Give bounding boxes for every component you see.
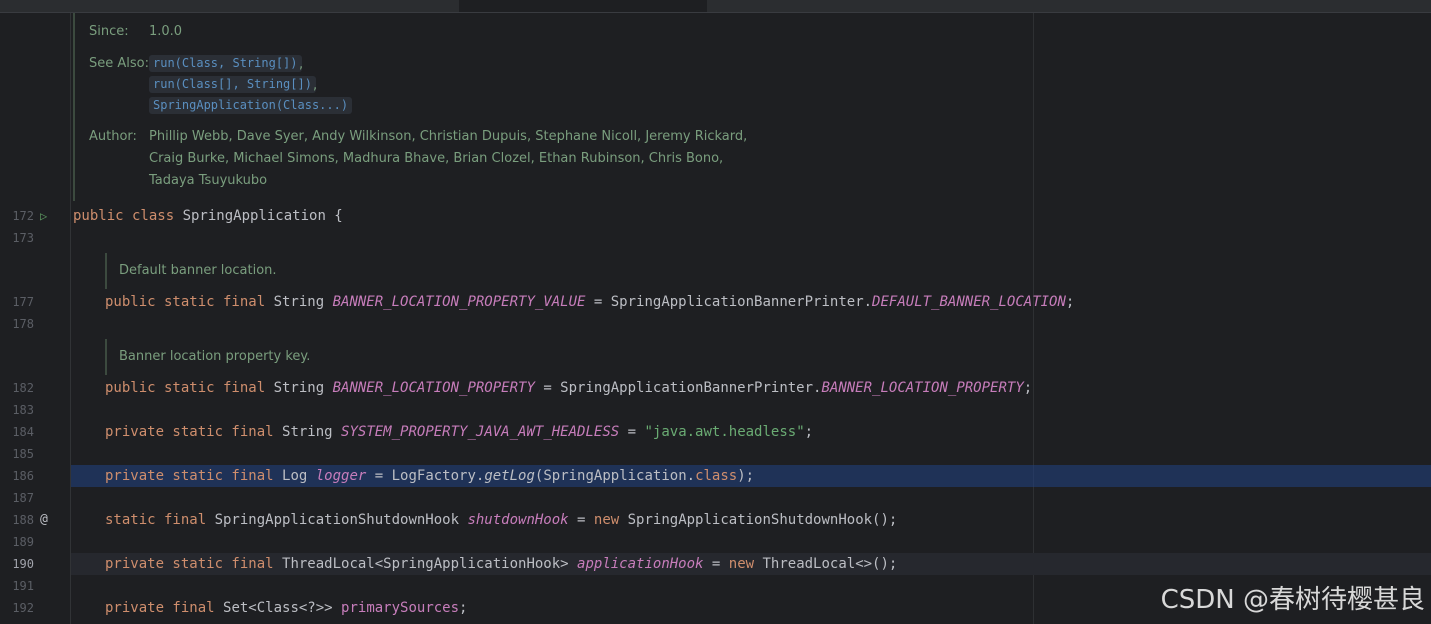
expression: = SpringApplicationBannerPrinter. (585, 294, 873, 310)
javadoc-since-label: Since: (89, 24, 129, 39)
javadoc-bar (105, 339, 107, 375)
keyword: public static final (105, 294, 274, 310)
javadoc-bar (105, 253, 107, 289)
line-number: 188 (12, 513, 34, 527)
right-margin-guide (1033, 13, 1034, 624)
line-number: 172 (12, 209, 34, 223)
method-call: getLog (484, 468, 535, 484)
code-line-186[interactable]: private static final Log logger = LogFac… (105, 465, 754, 487)
keyword: public static final (105, 380, 274, 396)
type: Log (282, 468, 316, 484)
code-line-177[interactable]: public static final String BANNER_LOCATI… (105, 291, 1074, 313)
line-number: 177 (12, 295, 34, 309)
type: String (273, 294, 333, 310)
comma: , (299, 57, 304, 72)
line-number: 191 (12, 579, 34, 593)
javadoc-see-also-label: See Also: (89, 56, 149, 71)
line-number-gutter[interactable]: 172 ▷ 173 177 178 182 183 184 185 186 18… (0, 13, 71, 624)
expression: = (568, 512, 594, 528)
line-number: 186 (12, 469, 34, 483)
run-gutter-icon[interactable]: ▷ (40, 205, 47, 227)
type: Set<Class<?>> (223, 600, 342, 616)
field-name: applicationHook (577, 556, 704, 572)
constructor-call: ThreadLocal<>(); (762, 556, 898, 572)
keyword: private static final (105, 556, 283, 572)
javadoc-link-springapplication-ctor[interactable]: SpringApplication(Class...) (149, 97, 353, 114)
class-name: SpringApplication { (182, 208, 343, 224)
field-name: primarySources (341, 600, 460, 616)
editor-tab-active[interactable] (459, 0, 707, 12)
code-line-184[interactable]: private static final String SYSTEM_PROPE… (105, 421, 813, 443)
constant-ref: BANNER_LOCATION_PROPERTY (821, 380, 1024, 396)
line-number: 178 (12, 317, 34, 331)
keyword: private static final (105, 468, 283, 484)
expression: = (703, 556, 729, 572)
terminator: ; (459, 600, 468, 616)
terminator: ; (1065, 294, 1075, 310)
constant: BANNER_LOCATION_PROPERTY (332, 380, 535, 396)
expression: = SpringApplicationBannerPrinter. (534, 380, 822, 396)
keyword: static final (105, 512, 215, 528)
keyword: public class (73, 208, 183, 224)
line-number: 184 (12, 425, 34, 439)
expression: = (619, 424, 645, 440)
javadoc-link-run-classarray-string[interactable]: run(Class[], String[]) (149, 76, 316, 93)
line-number: 182 (12, 381, 34, 395)
terminator: ); (737, 468, 755, 484)
code-line-172[interactable]: public class SpringApplication { (73, 205, 343, 227)
constant: SYSTEM_PROPERTY_JAVA_AWT_HEADLESS (341, 424, 620, 440)
type: SpringApplicationShutdownHook (214, 512, 468, 528)
javadoc-link-run-class-string[interactable]: run(Class, String[]) (149, 55, 302, 72)
javadoc-author-line: Phillip Webb, Dave Syer, Andy Wilkinson,… (149, 129, 748, 144)
line-number: 189 (12, 535, 34, 549)
javadoc-author-line: Tadaya Tsuyukubo (149, 173, 268, 188)
line-number: 187 (12, 491, 34, 505)
constructor-call: SpringApplicationShutdownHook(); (627, 512, 898, 528)
line-number-current: 190 (12, 557, 34, 571)
type: ThreadLocal<SpringApplicationHook> (282, 556, 578, 572)
keyword: new (728, 556, 763, 572)
line-number: 192 (12, 601, 34, 615)
keyword: new (593, 512, 628, 528)
terminator: ; (1023, 380, 1033, 396)
field-name: shutdownHook (467, 512, 569, 528)
code-line-192[interactable]: private final Set<Class<?>> primarySourc… (105, 597, 467, 619)
javadoc-since-value: 1.0.0 (149, 24, 183, 39)
terminator: ; (804, 424, 814, 440)
expression: = LogFactory. (366, 468, 485, 484)
constant-ref: DEFAULT_BANNER_LOCATION (872, 294, 1066, 310)
javadoc-field-banner-key: Banner location property key. (119, 349, 311, 364)
editor-tab-bar (0, 0, 1431, 13)
javadoc-author-label: Author: (89, 129, 137, 144)
keyword: private static final (105, 424, 283, 440)
javadoc-field-banner-value: Default banner location. (119, 263, 277, 278)
code-line-182[interactable]: public static final String BANNER_LOCATI… (105, 377, 1032, 399)
keyword: private final (105, 600, 224, 616)
editor-tab[interactable] (0, 0, 458, 12)
type: String (282, 424, 342, 440)
comma: , (313, 78, 318, 93)
code-line-190[interactable]: private static final ThreadLocal<SpringA… (105, 553, 897, 575)
string-literal: "java.awt.headless" (644, 424, 805, 440)
watermark: CSDN @春树待樱甚良 (1160, 585, 1425, 615)
constant: BANNER_LOCATION_PROPERTY_VALUE (332, 294, 586, 310)
javadoc-author-line: Craig Burke, Michael Simons, Madhura Bha… (149, 151, 724, 166)
line-number: 173 (12, 231, 34, 245)
javadoc-bar (73, 13, 75, 201)
type: String (273, 380, 333, 396)
editor-tab[interactable] (708, 0, 1431, 12)
code-line-188[interactable]: static final SpringApplicationShutdownHo… (105, 509, 897, 531)
code-editor[interactable]: Since: 1.0.0 See Also: run(Class, String… (71, 13, 1431, 624)
arguments: (SpringApplication. (534, 468, 696, 484)
at-annotation-icon[interactable]: @ (40, 509, 48, 531)
keyword: class (695, 468, 738, 484)
line-number: 185 (12, 447, 34, 461)
field-name: logger (315, 468, 367, 484)
line-number: 183 (12, 403, 34, 417)
